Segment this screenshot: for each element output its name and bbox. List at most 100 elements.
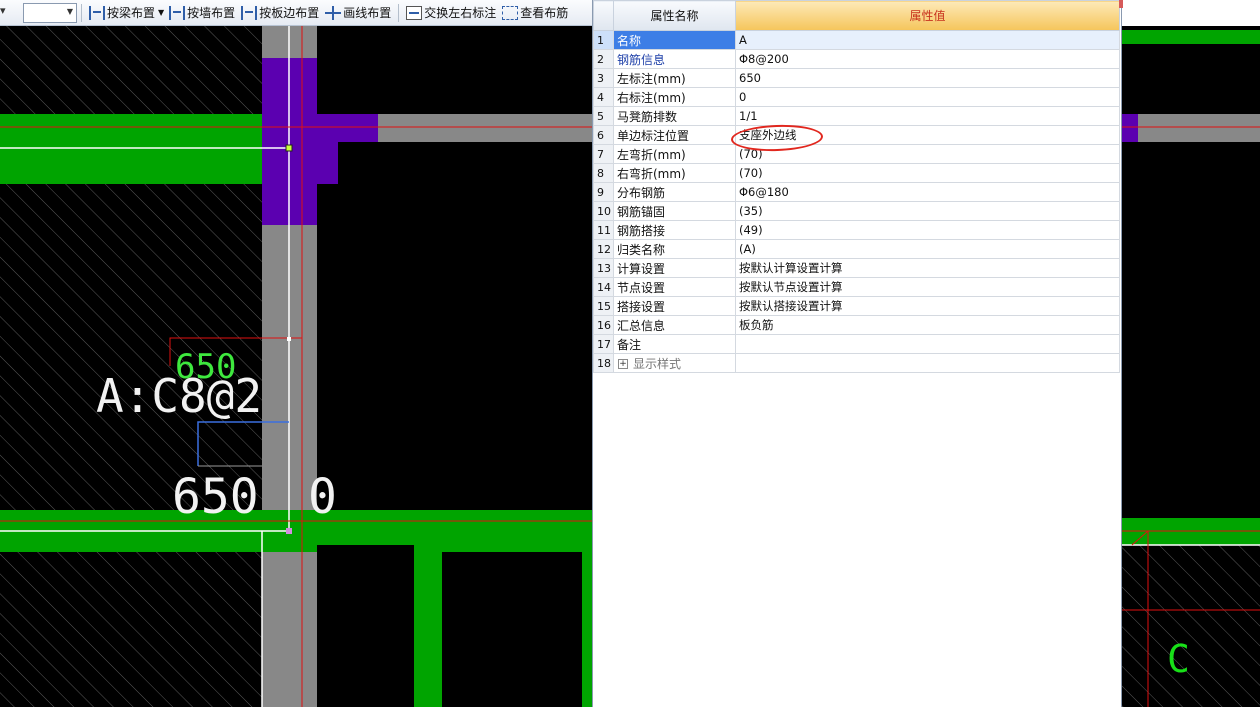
property-name-label: 钢筋信息 <box>617 52 666 67</box>
property-name-label: 单边标注位置 <box>617 128 690 143</box>
property-name-cell[interactable]: 分布钢筋 <box>613 182 736 202</box>
property-name-label: 左弯折(mm) <box>617 147 686 162</box>
beam-layout-dropdown-icon[interactable]: ▼ <box>158 8 164 17</box>
top-right-blank <box>1122 0 1260 26</box>
property-value-cell[interactable]: 650 <box>735 68 1120 88</box>
property-name-cell[interactable]: 左标注(mm) <box>613 68 736 88</box>
property-row[interactable]: 10 钢筋锚固 (35) <box>593 201 1120 221</box>
property-value-cell[interactable]: 支座外边线 <box>735 125 1120 145</box>
property-row[interactable]: 14 节点设置 按默认节点设置计算 <box>593 277 1120 297</box>
property-name-cell[interactable]: 汇总信息 <box>613 315 736 335</box>
property-row-number: 5 <box>593 106 614 126</box>
toolbar-separator <box>81 3 82 22</box>
green-wall-top-right <box>1122 30 1260 44</box>
property-value-cell[interactable] <box>735 353 1120 373</box>
property-row-number: 9 <box>593 182 614 202</box>
view-rebar-button[interactable]: 查看布筋 <box>499 2 571 24</box>
property-name-cell[interactable]: 节点设置 <box>613 277 736 297</box>
property-row[interactable]: 9 分布钢筋 Φ6@180 <box>593 182 1120 202</box>
property-value-cell[interactable]: Φ8@200 <box>735 49 1120 69</box>
property-name-cell[interactable]: 左弯折(mm) <box>613 144 736 164</box>
grip-point-bottom[interactable] <box>286 528 292 534</box>
slab-edge-layout-label: 按板边布置 <box>259 6 320 20</box>
property-name-cell[interactable]: 钢筋搭接 <box>613 220 736 240</box>
property-row[interactable]: 18 + 显示样式 <box>593 353 1120 373</box>
property-name-cell[interactable]: 钢筋信息 <box>613 49 736 69</box>
swap-labels-label: 交换左右标注 <box>424 6 497 20</box>
view-rebar-label: 查看布筋 <box>520 6 569 20</box>
property-name-cell[interactable]: 搭接设置 <box>613 296 736 316</box>
property-row-number: 15 <box>593 296 614 316</box>
property-value-cell[interactable]: (35) <box>735 201 1120 221</box>
property-value-cell[interactable]: (70) <box>735 144 1120 164</box>
panel-corner-marker <box>1119 0 1123 8</box>
property-row[interactable]: 2 钢筋信息 Φ8@200 <box>593 49 1120 69</box>
property-row[interactable]: 17 备注 <box>593 334 1120 354</box>
property-row[interactable]: 12 归类名称 (A) <box>593 239 1120 259</box>
property-name-label: 钢筋锚固 <box>617 204 666 219</box>
property-name-cell[interactable]: 右标注(mm) <box>613 87 736 107</box>
wall-layout-button[interactable]: 按墙布置 <box>166 2 238 24</box>
property-value-cell[interactable] <box>735 334 1120 354</box>
property-row[interactable]: 11 钢筋搭接 (49) <box>593 220 1120 240</box>
property-name-cell[interactable]: 钢筋锚固 <box>613 201 736 221</box>
property-name-cell[interactable]: 备注 <box>613 334 736 354</box>
property-value-cell[interactable]: 按默认节点设置计算 <box>735 277 1120 297</box>
property-value-cell[interactable]: 按默认搭接设置计算 <box>735 296 1120 316</box>
property-name-cell[interactable]: 右弯折(mm) <box>613 163 736 183</box>
property-row[interactable]: 13 计算设置 按默认计算设置计算 <box>593 258 1120 278</box>
property-row-number: 11 <box>593 220 614 240</box>
property-name-cell[interactable]: + 显示样式 <box>613 353 736 373</box>
property-name-label: 节点设置 <box>617 280 666 295</box>
property-value-cell[interactable]: 0 <box>735 87 1120 107</box>
beam-layout-button[interactable]: 按梁布置 <box>86 2 158 24</box>
property-row-number: 10 <box>593 201 614 221</box>
property-name-cell[interactable]: 计算设置 <box>613 258 736 278</box>
property-name-label: 备注 <box>617 337 642 352</box>
property-value-cell[interactable]: (49) <box>735 220 1120 240</box>
expand-plus-icon[interactable]: + <box>618 359 628 369</box>
property-row-number: 17 <box>593 334 614 354</box>
property-name-label: 搭接设置 <box>617 299 666 314</box>
property-row[interactable]: 6 单边标注位置 支座外边线 <box>593 125 1120 145</box>
grip-point-mid[interactable] <box>287 337 291 341</box>
property-row-number: 6 <box>593 125 614 145</box>
slab-edge-layout-button[interactable]: 按板边布置 <box>238 2 322 24</box>
property-name-cell[interactable]: 名称 <box>613 30 736 50</box>
header-row-number <box>593 0 614 31</box>
property-value-cell[interactable]: A <box>735 30 1120 50</box>
property-value-cell[interactable]: Φ6@180 <box>735 182 1120 202</box>
property-value-cell[interactable]: 板负筋 <box>735 315 1120 335</box>
header-property-name[interactable]: 属性名称 <box>613 0 736 31</box>
property-name-label: 马凳筋排数 <box>617 109 678 124</box>
property-row[interactable]: 7 左弯折(mm) (70) <box>593 144 1120 164</box>
property-row-number: 18 <box>593 353 614 373</box>
swap-labels-button[interactable]: 交换左右标注 <box>403 2 499 24</box>
beam-layout-label: 按梁布置 <box>107 6 156 20</box>
chevron-down-icon[interactable]: ▼ <box>67 7 73 16</box>
property-name-cell[interactable]: 马凳筋排数 <box>613 106 736 126</box>
property-name-cell[interactable]: 单边标注位置 <box>613 125 736 145</box>
toolbar-dropdown-arrow[interactable]: ▾ <box>0 4 6 17</box>
property-row[interactable]: 15 搭接设置 按默认搭接设置计算 <box>593 296 1120 316</box>
header-property-value[interactable]: 属性值 <box>735 0 1120 31</box>
toolbar-combo-box[interactable]: ▼ <box>23 2 77 23</box>
property-row[interactable]: 5 马凳筋排数 1/1 <box>593 106 1120 126</box>
property-value-cell[interactable]: (A) <box>735 239 1120 259</box>
property-name-cell[interactable]: 归类名称 <box>613 239 736 259</box>
property-row[interactable]: 1 名称 A <box>593 30 1120 50</box>
property-value-cell[interactable]: 1/1 <box>735 106 1120 126</box>
toolbar: ▾ ▼ 按梁布置 ▼ 按墙布置 按板边布置 画线布置 交换左右标注 查看布筋 <box>0 0 592 26</box>
property-row-number: 2 <box>593 49 614 69</box>
property-row[interactable]: 8 右弯折(mm) (70) <box>593 163 1120 183</box>
draw-line-button[interactable]: 画线布置 <box>322 2 394 24</box>
property-row[interactable]: 3 左标注(mm) 650 <box>593 68 1120 88</box>
axis-label-c: C <box>1167 637 1190 681</box>
property-row[interactable]: 16 汇总信息 板负筋 <box>593 315 1120 335</box>
grip-point-top[interactable] <box>285 144 293 152</box>
property-value-cell[interactable]: (70) <box>735 163 1120 183</box>
property-row[interactable]: 4 右标注(mm) 0 <box>593 87 1120 107</box>
draw-line-label: 画线布置 <box>343 6 392 20</box>
property-panel: 属性名称 属性值 1 名称 A 2 钢筋信息 Φ8@200 3 左标注(mm) 650 4 右标注(… <box>592 0 1123 707</box>
property-value-cell[interactable]: 按默认计算设置计算 <box>735 258 1120 278</box>
